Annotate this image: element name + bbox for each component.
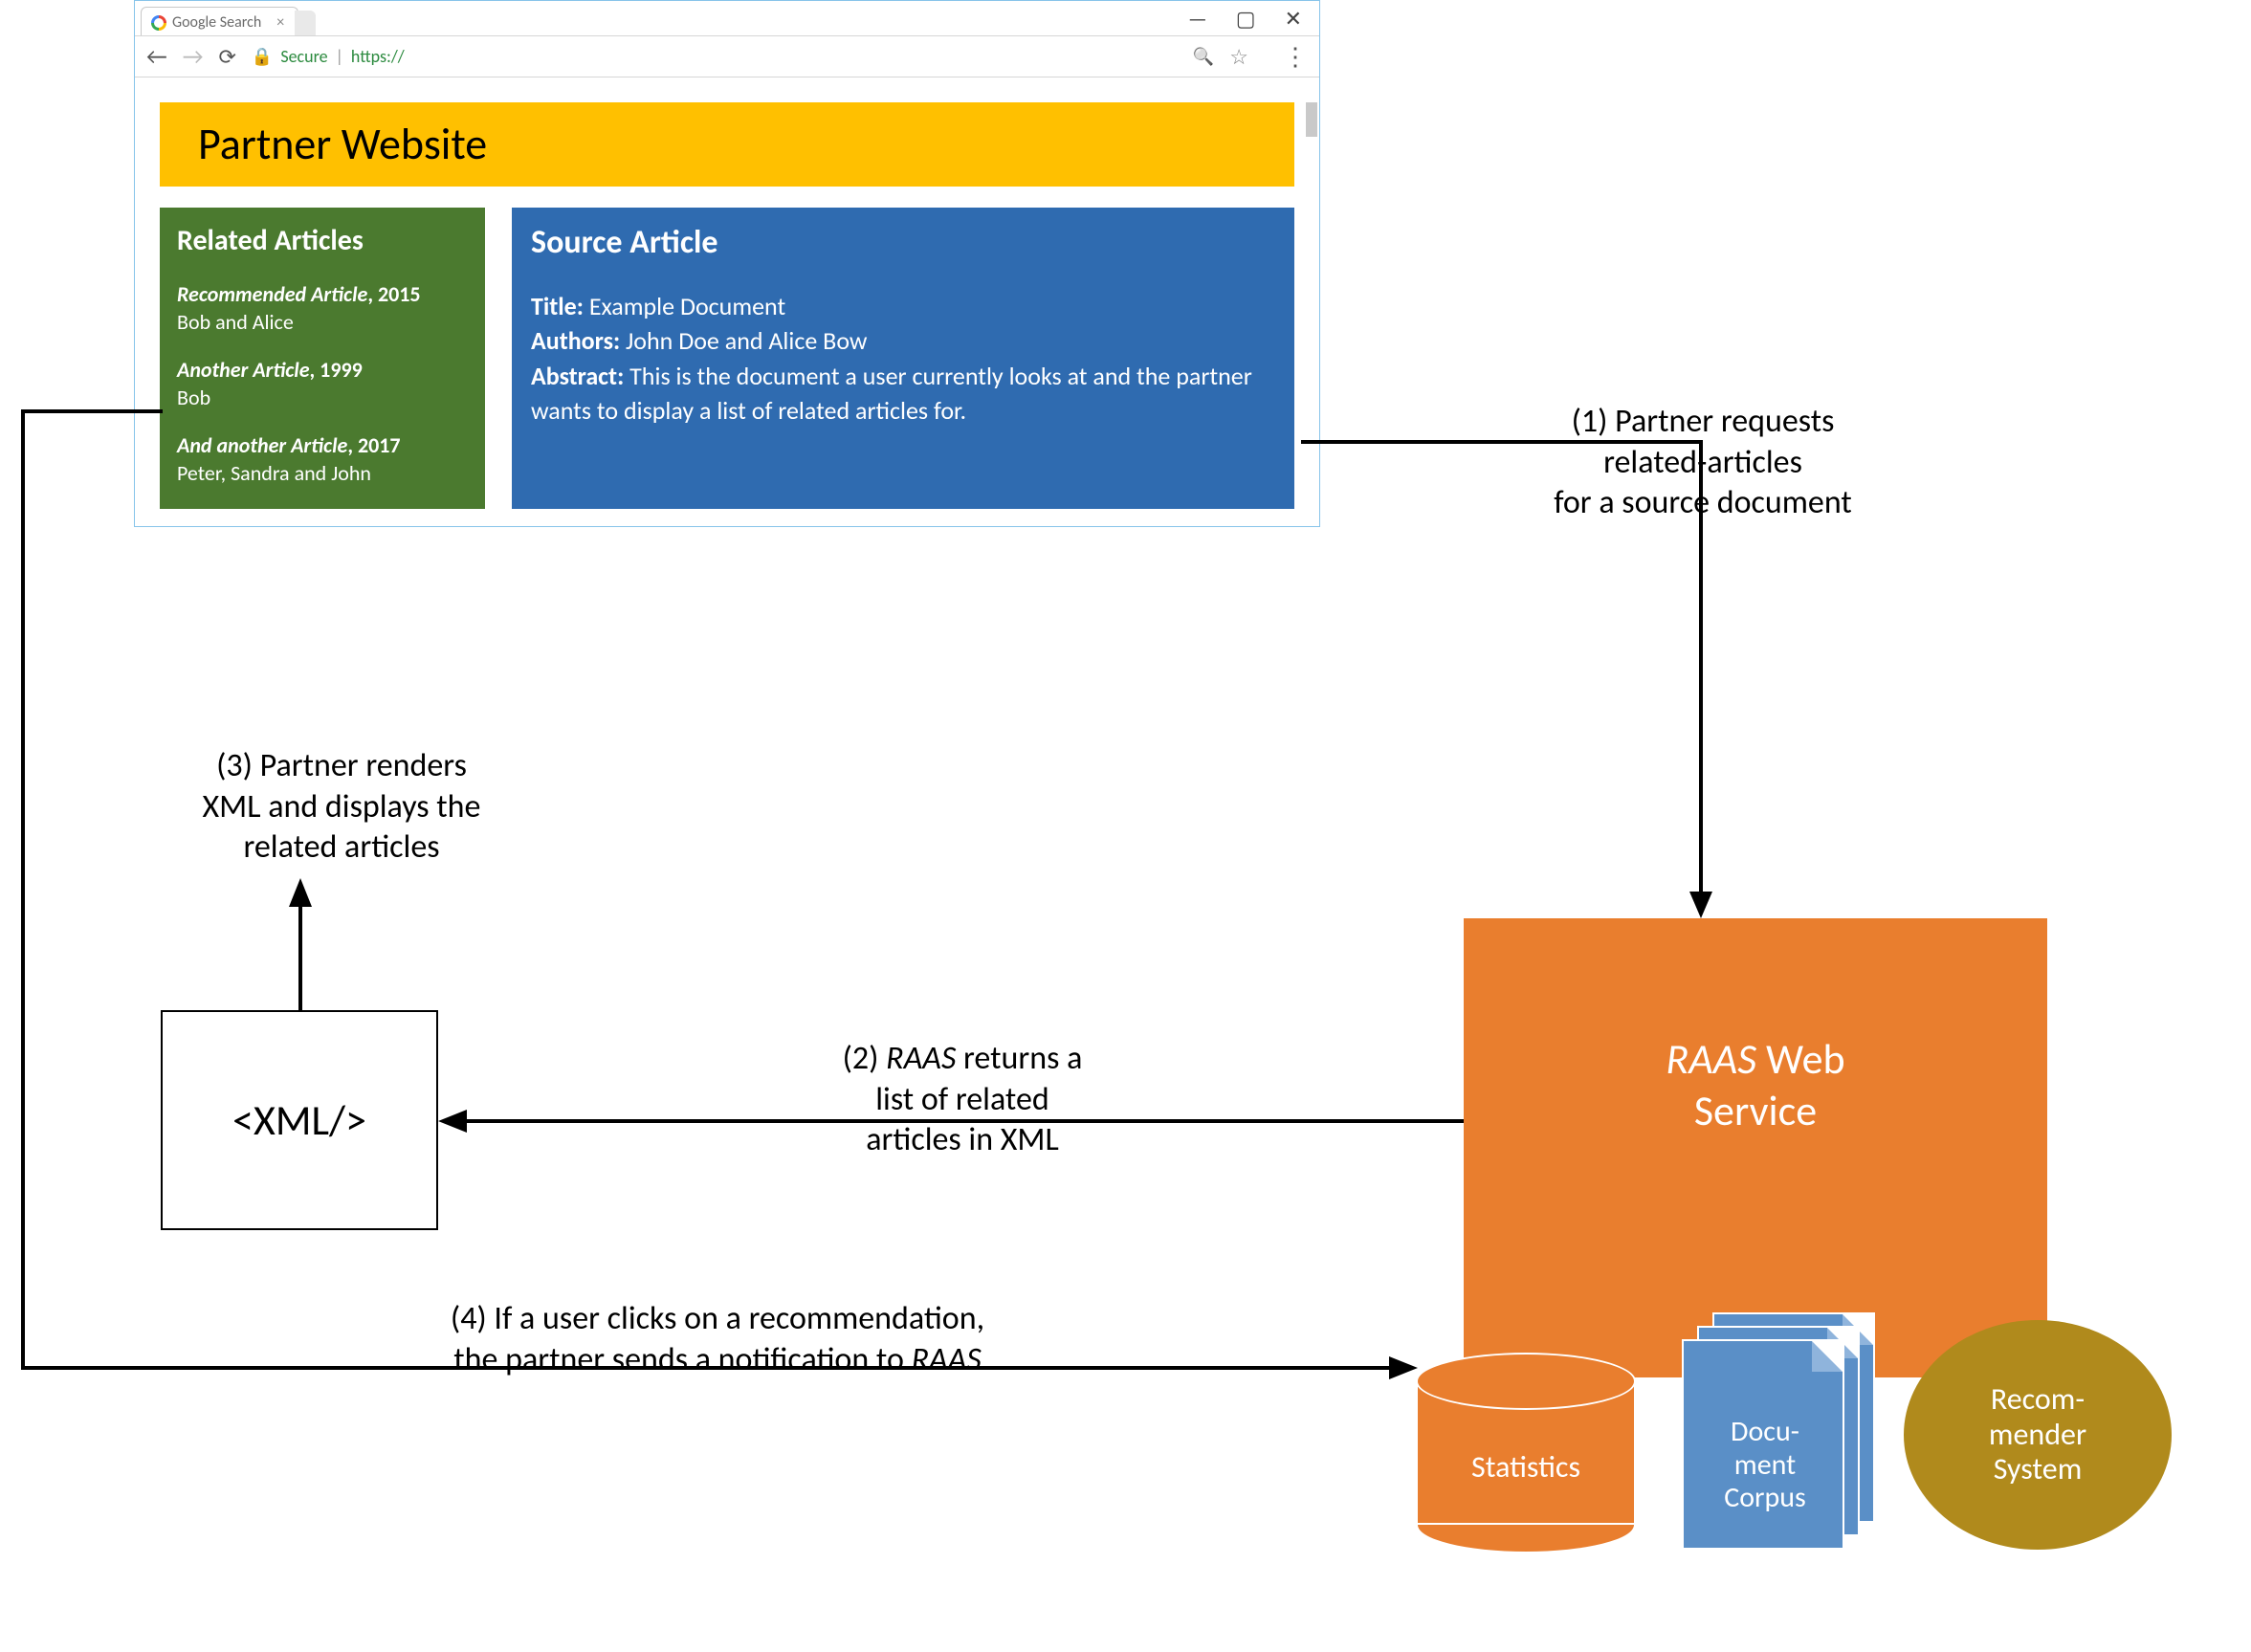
close-window-icon[interactable]: ✕ bbox=[1285, 6, 1302, 32]
source-body: Title: Example Document Authors: John Do… bbox=[531, 289, 1275, 429]
forward-icon[interactable]: → bbox=[183, 43, 204, 71]
related-article-item[interactable]: Recommended Article, 2015 Bob and Alice bbox=[177, 281, 468, 336]
maximize-icon[interactable]: ▢ bbox=[1236, 6, 1256, 32]
browser-titlebar: Google Search × — ▢ ✕ bbox=[135, 1, 1319, 35]
scrollbar-thumb[interactable] bbox=[1306, 102, 1317, 137]
source-heading: Source Article bbox=[531, 223, 1275, 262]
arrow-4 bbox=[0, 411, 1425, 1425]
url-scheme: https:// bbox=[351, 46, 405, 67]
browser-toolbar: ← → ⟳ 🔒 Secure | https:// 🔍 ☆ ⋮ bbox=[135, 35, 1319, 77]
minimize-icon[interactable]: — bbox=[1188, 6, 1207, 32]
related-heading: Related Articles bbox=[177, 223, 468, 258]
statistics-cylinder-icon: Statistics bbox=[1416, 1353, 1636, 1544]
address-bar[interactable]: 🔒 Secure | https:// bbox=[252, 46, 1178, 67]
tab-title: Google Search bbox=[172, 13, 261, 32]
recommender-system-ellipse: Recom- mender System bbox=[1904, 1320, 2172, 1550]
google-icon bbox=[151, 15, 166, 31]
tab-close-icon[interactable]: × bbox=[276, 13, 284, 32]
bookmark-star-icon[interactable]: ☆ bbox=[1229, 44, 1248, 70]
page-search-icon[interactable]: 🔍 bbox=[1193, 46, 1214, 67]
tab-strip: Google Search × bbox=[135, 1, 316, 35]
related-article-item[interactable]: Another Article, 1999 Bob bbox=[177, 357, 468, 411]
browser-tab[interactable]: Google Search × bbox=[141, 7, 298, 35]
secure-label: Secure bbox=[280, 46, 327, 67]
reload-icon[interactable]: ⟳ bbox=[218, 44, 235, 70]
partner-website-header: Partner Website bbox=[160, 102, 1294, 187]
new-tab-button[interactable] bbox=[295, 11, 316, 35]
document-corpus-icon: Docu- ment Corpus bbox=[1682, 1312, 1883, 1552]
back-icon[interactable]: ← bbox=[146, 43, 167, 71]
lock-icon: 🔒 bbox=[252, 46, 273, 67]
window-controls: — ▢ ✕ bbox=[1188, 6, 1312, 32]
raas-web-service-box: RAAS Web Service bbox=[1464, 918, 2047, 1377]
menu-icon[interactable]: ⋮ bbox=[1283, 41, 1308, 72]
